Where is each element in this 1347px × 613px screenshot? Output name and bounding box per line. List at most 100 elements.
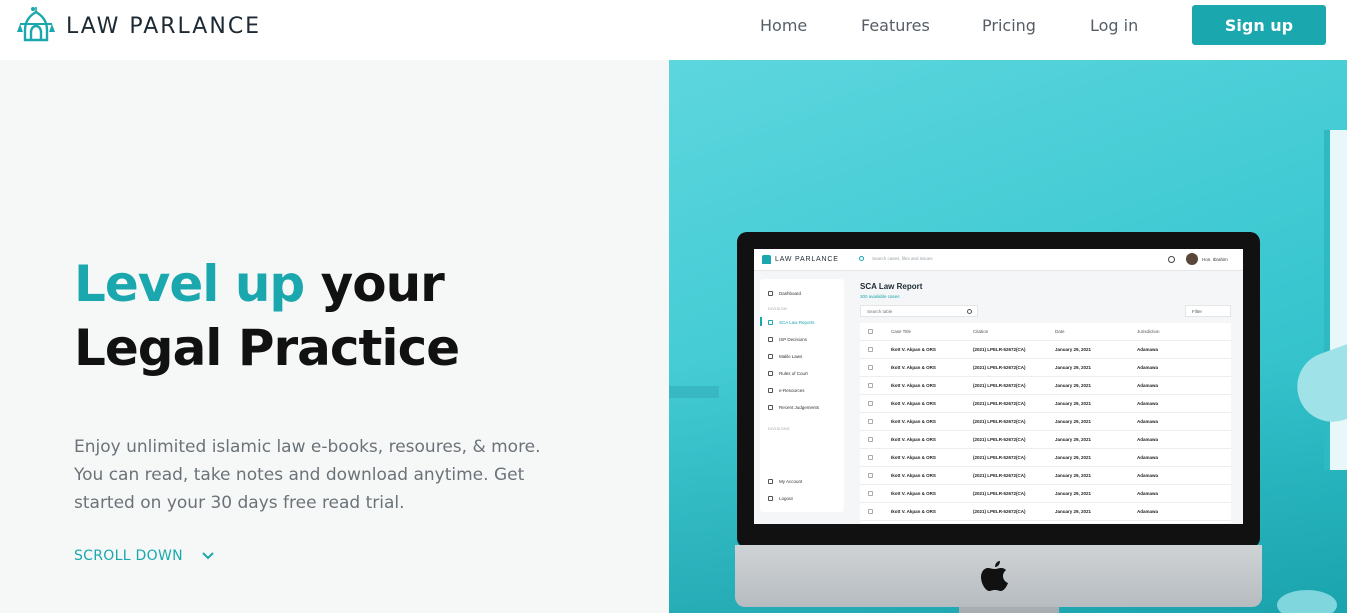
mock-table-search-placeholder: Search table [867,309,893,314]
mock-topbar: LAW PARLANCE Search cases, files and iss… [754,249,1243,271]
column-header: Case Title [891,329,912,334]
mock-nav-label: Maliki Laws [779,354,803,359]
table-row: Ikott V. Akpan & ORS (2021) LPELR-52672(C… [860,377,1231,395]
table-cell: January 29, 2021 [1055,419,1092,424]
mock-table-header: Case Title Citation Date Jurisdiction [860,323,1231,341]
table-cell: January 29, 2021 [1055,401,1092,406]
app-screenshot: LAW PARLANCE Search cases, files and iss… [754,249,1243,524]
mock-nav-label: Rules of Court [779,371,808,376]
document-icon [768,371,773,376]
cup-decor [1277,590,1337,613]
table-cell: Adamawa [1137,491,1159,496]
table-cell: (2021) LPELR-52672(CA) [973,365,1026,370]
table-row: Ikott V. Akpan & ORS (2021) LPELR-52672(C… [860,503,1231,521]
mock-sidebar: Dashboard DIVISION SCA Law Reports ISP D… [760,279,844,512]
mock-clock-icon [1168,256,1175,263]
mock-nav-logout: Logout [768,496,793,501]
table-cell: Ikott V. Akpan & ORS [891,437,936,442]
checkbox [868,419,873,424]
logout-icon [768,496,773,501]
nav-home-link[interactable]: Home [760,16,807,36]
table-cell: (2021) LPELR-52672(CA) [973,491,1026,496]
mock-nav-label: Logout [779,496,793,501]
chevron-down-icon [202,552,214,560]
nav-login-link[interactable]: Log in [1090,16,1138,36]
mock-search-icon [859,256,864,261]
table-cell: Adamawa [1137,437,1159,442]
mock-nav-label: Recent Judgements [779,405,820,410]
table-cell: (2021) LPELR-52672(CA) [973,437,1026,442]
table-cell: Ikott V. Akpan & ORS [891,383,936,388]
table-cell: (2021) LPELR-52672(CA) [973,401,1026,406]
table-cell: Ikott V. Akpan & ORS [891,419,936,424]
checkbox [868,473,873,478]
headline-accent: Level up [74,255,305,313]
table-cell: January 29, 2021 [1055,347,1092,352]
hero-headline: Level up your Legal Practice [74,252,460,380]
checkbox [868,383,873,388]
table-row: Ikott V. Akpan & ORS (2021) LPELR-52672(C… [860,359,1231,377]
scroll-down-label: SCROLL DOWN [74,548,183,564]
table-cell: January 29, 2021 [1055,509,1092,514]
brand-name: LAW PARLANCE [66,13,262,39]
mock-active-indicator [760,317,762,326]
mock-search-placeholder: Search cases, files and issues [872,256,933,261]
mock-section-label: DIVISION [768,307,788,311]
scroll-down-link[interactable]: SCROLL DOWN [74,548,215,564]
table-cell: January 29, 2021 [1055,455,1092,460]
table-cell: Adamawa [1137,473,1159,478]
table-row: Ikott V. Akpan & ORS (2021) LPELR-52672(C… [860,395,1231,413]
table-cell: (2021) LPELR-52672(CA) [973,383,1026,388]
mock-available-count: 300 available cases [860,294,900,299]
table-cell: (2021) LPELR-52672(CA) [973,419,1026,424]
mock-search-icon [967,309,972,314]
checkbox [868,437,873,442]
mock-nav-rules-of-court: Rules of Court [768,371,808,376]
checkbox [868,455,873,460]
mosque-scale-icon [17,7,55,42]
checkbox [868,491,873,496]
table-cell: Ikott V. Akpan & ORS [891,347,936,352]
imac-display: LAW PARLANCE Search cases, files and iss… [737,232,1260,548]
table-cell: Ikott V. Akpan & ORS [891,509,936,514]
column-header: Date [1055,329,1065,334]
table-cell: Adamawa [1137,419,1159,424]
mock-nav-label: e-Resources [779,388,805,393]
nav-features-link[interactable]: Features [861,16,930,36]
signup-button[interactable]: Sign up [1192,5,1326,45]
table-row: Ikott V. Akpan & ORS (2021) LPELR-52672(C… [860,449,1231,467]
table-cell: January 29, 2021 [1055,383,1092,388]
mock-nav-my-account: My Account [768,479,802,484]
table-cell: (2021) LPELR-52672(CA) [973,509,1026,514]
table-cell: Ikott V. Akpan & ORS [891,365,936,370]
table-row: Ikott V. Akpan & ORS (2021) LPELR-52672(C… [860,467,1231,485]
table-cell: Adamawa [1137,383,1159,388]
checkbox [868,365,873,370]
headline-line2: Legal Practice [74,319,460,377]
nav-pricing-link[interactable]: Pricing [982,16,1036,36]
checkbox [868,347,873,352]
book-icon [768,388,773,393]
headline-rest: your [320,255,445,313]
checkbox [868,401,873,406]
mock-nav-dashboard: Dashboard [768,291,801,296]
table-cell: Adamawa [1137,455,1159,460]
table-cell: January 29, 2021 [1055,491,1092,496]
mock-nav-label: My Account [779,479,803,484]
table-cell: (2021) LPELR-52672(CA) [973,455,1026,460]
table-cell: Adamawa [1137,401,1159,406]
table-cell: (2021) LPELR-52672(CA) [973,347,1026,352]
table-row: Ikott V. Akpan & ORS (2021) LPELR-52672(C… [860,413,1231,431]
table-cell: Adamawa [1137,347,1159,352]
mock-table-search: Search table [860,305,978,317]
mock-nav-label: ISP Decisions [779,337,807,342]
mock-logo: LAW PARLANCE [762,255,839,264]
mock-nav-e-resources: e-Resources [768,388,805,393]
imac-stand [959,607,1059,613]
table-cell: January 29, 2021 [1055,365,1092,370]
mock-user-name: Hon. Ibrahim [1202,257,1228,262]
table-row: Ikott V. Akpan & ORS (2021) LPELR-52672(C… [860,431,1231,449]
column-header: Citation [973,329,989,334]
brand-logo[interactable]: LAW PARLANCE [16,6,261,46]
mock-nav-isp-decisions: ISP Decisions [768,337,807,342]
